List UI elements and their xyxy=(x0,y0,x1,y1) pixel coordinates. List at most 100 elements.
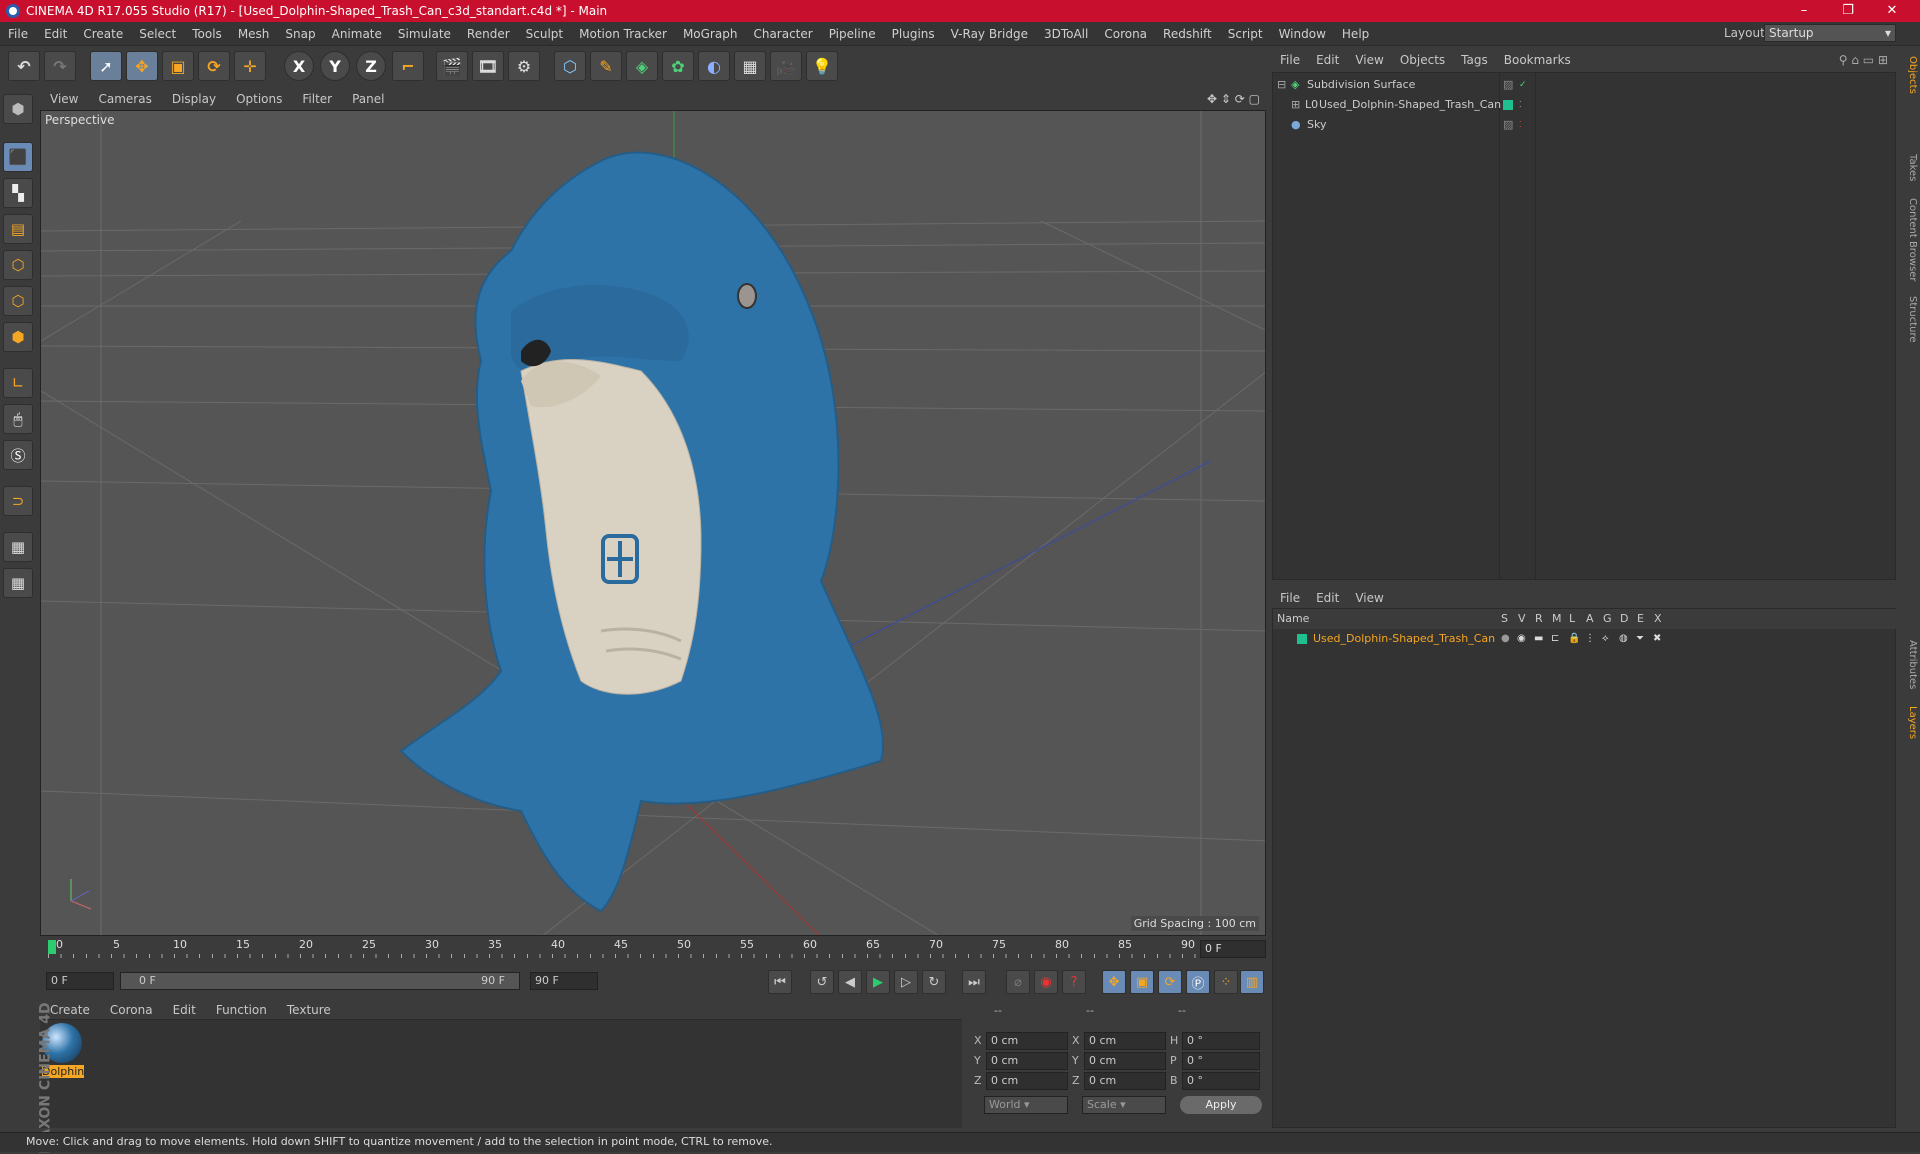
menu-mesh[interactable]: Mesh xyxy=(230,27,278,41)
tab-attributes[interactable]: Attributes xyxy=(1902,640,1918,689)
size-x-field[interactable]: 0 cm xyxy=(1084,1032,1166,1050)
menu-motion-tracker[interactable]: Motion Tracker xyxy=(571,27,675,41)
manager-toggle-icon[interactable]: ⊏ xyxy=(1551,629,1559,649)
tab-takes[interactable]: Takes xyxy=(1902,154,1918,181)
layout-select[interactable]: Startup ▾ xyxy=(1764,24,1896,42)
go-to-end-icon[interactable]: ⏭ xyxy=(962,970,986,994)
cloner-icon[interactable]: ✿ xyxy=(662,51,694,81)
live-selection-icon[interactable]: ➚ xyxy=(90,51,122,81)
menu-snap[interactable]: Snap xyxy=(277,27,323,41)
render-view-icon[interactable]: 🎬 xyxy=(436,51,468,81)
layer-color-swatch[interactable] xyxy=(1503,100,1513,110)
layer-color-swatch[interactable] xyxy=(1297,634,1307,644)
menu-window[interactable]: Window xyxy=(1271,27,1334,41)
deformer-toggle-icon[interactable]: ◍ xyxy=(1619,629,1628,649)
magnet-icon[interactable]: ⊃ xyxy=(3,486,33,516)
key-pla-icon[interactable]: ⁘ xyxy=(1214,970,1238,994)
perspective-viewport[interactable]: Perspective Grid Spacing : 100 cm xyxy=(40,110,1266,936)
visible-toggle-icon[interactable]: ◉ xyxy=(1517,629,1526,649)
viewport-menu-view[interactable]: View xyxy=(40,92,88,106)
viewport-menu-filter[interactable]: Filter xyxy=(292,92,342,106)
tweak-mode-icon[interactable]: 🖱 xyxy=(3,404,33,434)
z-axis-lock-icon[interactable]: Z xyxy=(356,51,386,81)
move-tool-icon[interactable]: ✥ xyxy=(126,51,158,81)
floor-object-icon[interactable]: ▦ xyxy=(734,51,766,81)
restore-button[interactable]: ❐ xyxy=(1826,0,1870,22)
menu-help[interactable]: Help xyxy=(1334,27,1377,41)
menu-vray-bridge[interactable]: V-Ray Bridge xyxy=(943,27,1036,41)
object-row-sky[interactable]: ● Sky ▨ ⁚ xyxy=(1273,115,1897,135)
visibility-check-icon[interactable]: ✓ xyxy=(1519,75,1527,95)
timeline-ruler[interactable]: 0 5 10 15 20 25 30 35 40 45 50 55 60 65 … xyxy=(40,938,1266,960)
layer-tag-icon[interactable]: ▨ xyxy=(1503,115,1513,135)
material-menu-edit[interactable]: Edit xyxy=(163,1003,206,1017)
record-icon[interactable]: ◉ xyxy=(1034,970,1058,994)
rotation-h-field[interactable]: 0 ° xyxy=(1182,1032,1260,1050)
previous-frame-icon[interactable]: ◀ xyxy=(838,970,862,994)
object-row-subdivision-surface[interactable]: ⊟ ◈ Subdivision Surface ▨ ✓ xyxy=(1273,75,1897,95)
tab-layers[interactable]: Layers xyxy=(1902,706,1918,739)
tab-structure[interactable]: Structure xyxy=(1902,296,1918,343)
redo-icon[interactable]: ↷ xyxy=(44,51,76,81)
size-z-field[interactable]: 0 cm xyxy=(1084,1072,1166,1090)
menu-sculpt[interactable]: Sculpt xyxy=(518,27,571,41)
render-toggle-icon[interactable]: ▬ xyxy=(1534,629,1543,649)
menu-select[interactable]: Select xyxy=(131,27,184,41)
rotation-b-field[interactable]: 0 ° xyxy=(1182,1072,1260,1090)
current-frame-field[interactable]: 0 F xyxy=(1200,940,1266,958)
rotation-p-field[interactable]: 0 ° xyxy=(1182,1052,1260,1070)
solo-toggle-icon[interactable]: ● xyxy=(1501,629,1510,649)
minimize-button[interactable]: – xyxy=(1782,0,1826,22)
next-frame-icon[interactable]: ▷ xyxy=(894,970,918,994)
menu-edit[interactable]: Edit xyxy=(36,27,75,41)
key-rotation-icon[interactable]: ⟳ xyxy=(1158,970,1182,994)
model-mode-icon[interactable]: ⬛ xyxy=(3,142,33,172)
expand-icon[interactable]: ⊞ xyxy=(1291,95,1300,115)
tab-objects[interactable]: Objects xyxy=(1902,56,1918,94)
y-axis-lock-icon[interactable]: Y xyxy=(320,51,350,81)
collapse-icon[interactable]: ⊟ xyxy=(1277,75,1286,95)
viewport-menu-cameras[interactable]: Cameras xyxy=(88,92,161,106)
objects-menu-tags[interactable]: Tags xyxy=(1453,53,1496,67)
menu-file[interactable]: File xyxy=(0,27,36,41)
points-mode-icon[interactable]: ⬡ xyxy=(3,250,33,280)
visibility-dots-icon[interactable]: ⁚ xyxy=(1519,95,1522,115)
menu-script[interactable]: Script xyxy=(1220,27,1271,41)
polygons-mode-icon[interactable]: ⬢ xyxy=(3,322,33,352)
material-menu-function[interactable]: Function xyxy=(206,1003,277,1017)
cube-object-icon[interactable]: ⬡ xyxy=(554,51,586,81)
layers-menu-file[interactable]: File xyxy=(1272,591,1308,605)
objects-menu-edit[interactable]: Edit xyxy=(1308,53,1347,67)
position-z-field[interactable]: 0 cm xyxy=(986,1072,1068,1090)
playhead-marker[interactable] xyxy=(48,940,56,954)
coordinate-system-icon[interactable]: ⌐ xyxy=(392,51,424,81)
menu-mograph[interactable]: MoGraph xyxy=(675,27,746,41)
layers-menu-view[interactable]: View xyxy=(1347,591,1391,605)
material-menu-corona[interactable]: Corona xyxy=(100,1003,163,1017)
objects-menu-view[interactable]: View xyxy=(1347,53,1391,67)
viewport-menu-options[interactable]: Options xyxy=(226,92,292,106)
tab-content-browser[interactable]: Content Browser xyxy=(1902,198,1918,281)
x-axis-lock-icon[interactable]: X xyxy=(284,51,314,81)
axis-mode-icon[interactable]: ∟ xyxy=(3,368,33,398)
rotate-tool-icon[interactable]: ⟳ xyxy=(198,51,230,81)
size-y-field[interactable]: 0 cm xyxy=(1084,1052,1166,1070)
viewport-menu-panel[interactable]: Panel xyxy=(342,92,394,106)
position-y-field[interactable]: 0 cm xyxy=(986,1052,1068,1070)
menu-3dtoall[interactable]: 3DToAll xyxy=(1036,27,1096,41)
play-icon[interactable]: ▶ xyxy=(866,970,890,994)
material-menu-texture[interactable]: Texture xyxy=(277,1003,341,1017)
generator-toggle-icon[interactable]: ⟡ xyxy=(1602,629,1609,649)
start-frame-field[interactable]: 0 F xyxy=(46,972,114,990)
visibility-dots-icon[interactable]: ⁚ xyxy=(1519,115,1522,135)
coord-space-select[interactable]: World ▾ xyxy=(984,1096,1068,1114)
key-position-icon[interactable]: ✥ xyxy=(1102,970,1126,994)
previous-key-icon[interactable]: ↺ xyxy=(810,970,834,994)
grid-snap-icon[interactable]: ▦ xyxy=(3,568,33,598)
undo-icon[interactable]: ↶ xyxy=(8,51,40,81)
apply-button[interactable]: Apply xyxy=(1180,1096,1262,1114)
layer-row[interactable]: Used_Dolphin-Shaped_Trash_Can ● ◉ ▬ ⊏ 🔒 … xyxy=(1273,629,1897,649)
objects-menu-bookmarks[interactable]: Bookmarks xyxy=(1496,53,1579,67)
layers-menu-edit[interactable]: Edit xyxy=(1308,591,1347,605)
workplane-icon[interactable]: ▤ xyxy=(3,214,33,244)
